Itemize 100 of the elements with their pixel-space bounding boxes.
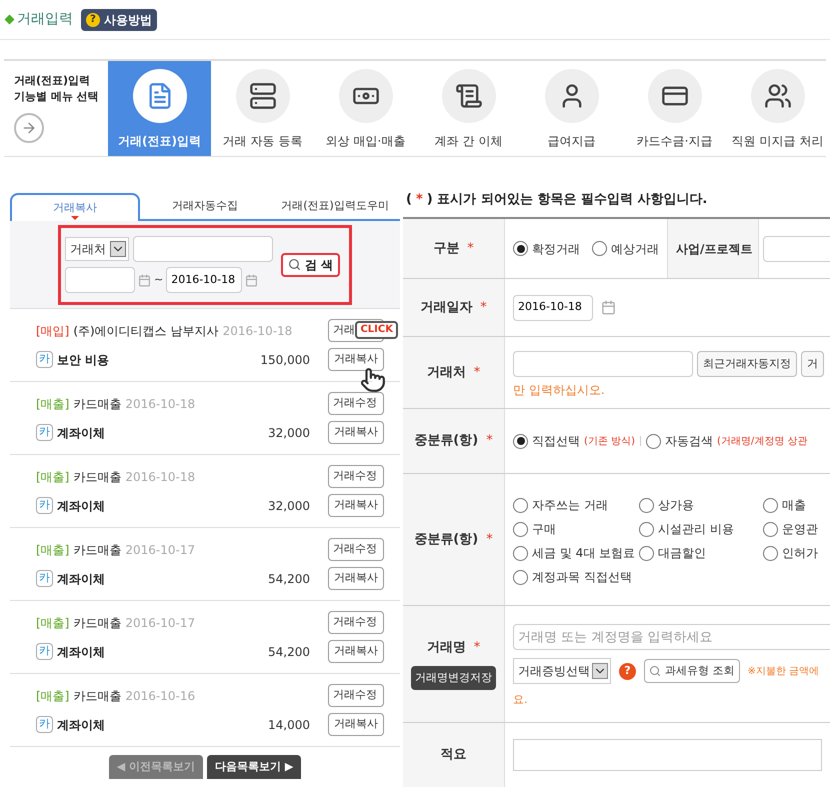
transaction-tag: [매출] <box>36 394 70 412</box>
field-label: 거래처 <box>426 364 466 382</box>
filter-select[interactable]: 거래처 <box>65 237 129 261</box>
edit-button[interactable]: 거래수정 <box>328 684 384 707</box>
card-badge: 카 <box>36 716 53 733</box>
amount: 14,000 <box>268 716 310 734</box>
radio-label: 구매 <box>532 521 556 538</box>
edit-button[interactable]: 거래수정 <box>328 538 384 561</box>
panel-tab[interactable]: 거래(전표)입력도우미 <box>270 193 400 219</box>
required-mark: * <box>416 191 423 210</box>
radio-label: 직접선택 <box>532 433 580 450</box>
help-button[interactable]: ? 사용방법 <box>81 8 157 30</box>
menu-tab[interactable]: 급여지급 <box>520 61 623 156</box>
radio-button[interactable] <box>639 546 654 560</box>
menu-tab[interactable]: 카드수금·지급 <box>623 61 726 156</box>
radio-button[interactable] <box>513 434 528 448</box>
panel-tab[interactable]: 거래복사 <box>10 193 140 221</box>
menu-tab[interactable]: 계좌 간 이체 <box>417 61 520 156</box>
next-menu-button[interactable] <box>14 113 44 143</box>
copy-button[interactable]: 거래복사 <box>328 494 384 517</box>
radio-button[interactable] <box>763 498 778 512</box>
chevron-icon <box>110 241 126 257</box>
radio-label: 시설관리 비용 <box>658 521 734 538</box>
radio-button[interactable] <box>646 434 661 448</box>
edit-button[interactable]: 거래수정 <box>328 611 384 634</box>
amount: 32,000 <box>268 424 310 442</box>
help-icon[interactable]: ? <box>619 662 636 680</box>
date-field[interactable]: 2016-10-18 <box>513 294 593 320</box>
transaction-tag: [매출] <box>36 468 70 486</box>
panel-tab[interactable]: 거래자동수집 <box>140 193 270 219</box>
radio-label: 세금 및 4대 보험료 <box>532 545 636 562</box>
name-field[interactable]: 거래명 또는 계정명을 입력하세요 <box>513 624 830 650</box>
menu-tab[interactable]: 거래 자동 등록 <box>211 61 314 156</box>
pager-button[interactable]: 다음목록보기 ▶ <box>207 755 302 779</box>
copy-button[interactable]: 거래복사 <box>328 567 384 590</box>
tax-type-button[interactable]: 과세유형 조회 <box>644 659 740 683</box>
radio-label: 계정과목 직접선택 <box>532 569 632 586</box>
transaction-date: 2016-10-17 <box>125 614 196 632</box>
menu-caption: 거래(전표)입력 기능별 메뉴 선택 <box>14 73 100 105</box>
transaction-date: 2016-10-16 <box>125 688 196 704</box>
menu-tab[interactable]: 직원 미지급 처리 <box>726 61 829 156</box>
search-button[interactable]: 검 색 <box>281 252 340 276</box>
range-separator: ~ <box>154 272 164 288</box>
copy-button[interactable]: 거래복사 <box>328 421 384 444</box>
edit-button[interactable]: 거래수정 <box>328 392 384 415</box>
server-icon <box>248 82 276 110</box>
party-name: 카드매출 <box>73 614 122 632</box>
item-name: 계좌이체 <box>57 716 105 734</box>
radio-button[interactable] <box>513 498 528 512</box>
item-name: 계좌이체 <box>57 570 105 588</box>
project-field[interactable] <box>763 236 830 262</box>
receipt-icon <box>454 82 482 110</box>
save-name-button[interactable]: 거래명변경저장 <box>411 666 496 690</box>
item-name: 계좌이체 <box>57 644 105 660</box>
radio-button[interactable] <box>763 546 778 560</box>
memo-field[interactable] <box>513 739 822 771</box>
end-date-field[interactable]: 2016-10-18 <box>166 267 242 293</box>
transaction-tag: [매출] <box>36 614 70 632</box>
radio-button[interactable] <box>513 522 528 536</box>
copy-button[interactable]: 거래복사 <box>328 713 384 736</box>
menu-tab[interactable]: 거래(전표)입력 <box>108 61 211 156</box>
menu-tab[interactable]: 외상 매입·매출 <box>314 61 417 156</box>
start-date-field[interactable] <box>65 267 135 293</box>
proof-select[interactable]: 거래증빙선택 <box>513 658 611 684</box>
client-field[interactable] <box>513 351 693 377</box>
transaction-tag: [매출] <box>36 540 70 558</box>
edit-button[interactable]: 거래수정 <box>328 465 384 488</box>
radio-button[interactable] <box>639 498 654 512</box>
hint-text: 만 입력하십시오. <box>513 382 606 399</box>
radio-button[interactable] <box>513 570 528 584</box>
calendar-icon[interactable] <box>601 300 616 315</box>
radio-button[interactable] <box>639 522 654 536</box>
keyword-field[interactable] <box>133 236 273 262</box>
card-badge: 카 <box>36 643 53 660</box>
transaction-date: 2016-10-18 <box>222 322 292 340</box>
note-text: ※지불한 금액에 <box>748 664 820 678</box>
card-badge: 카 <box>36 497 53 514</box>
transaction-date: 2016-10-18 <box>125 396 196 412</box>
copy-button[interactable]: 거래복사 <box>328 640 384 663</box>
amount: 150,000 <box>260 352 310 368</box>
notice-paren: ( <box>406 191 412 210</box>
copy-button[interactable]: 거래복사 <box>328 348 384 371</box>
chevron-icon <box>592 663 608 679</box>
field-label: 거래일자 <box>420 298 472 317</box>
radio-button[interactable] <box>513 241 528 256</box>
required-mark: * <box>467 240 474 258</box>
client-button[interactable]: 최근거래자동지정 <box>697 351 797 377</box>
item-name: 계좌이체 <box>57 424 105 442</box>
arrow-right-icon <box>21 120 37 136</box>
transaction-tag: [매입] <box>36 322 70 340</box>
radio-button[interactable] <box>592 241 607 256</box>
card-badge: 카 <box>36 351 53 368</box>
client-button[interactable]: 거 <box>801 351 824 377</box>
field-label: 적요 <box>440 746 466 764</box>
item-name: 계좌이체 <box>57 498 105 514</box>
radio-button[interactable] <box>763 522 778 536</box>
click-tooltip: CLICK <box>355 321 398 339</box>
field-label: 사업/프로젝트 <box>667 219 759 278</box>
amount: 54,200 <box>268 644 310 660</box>
radio-button[interactable] <box>513 546 528 560</box>
